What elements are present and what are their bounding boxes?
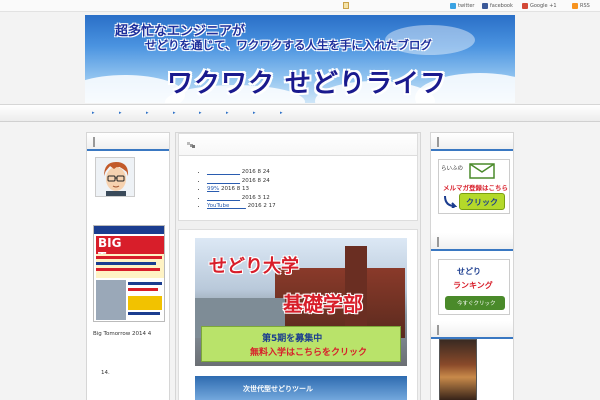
tool-banner[interactable]: 次世代型せどりツール [195, 376, 407, 400]
ad-title: せどり大学 [209, 256, 299, 277]
top-bar: twitter facebook Google +1 RSS [0, 0, 600, 12]
enroll-button[interactable]: 第5期を募集中 無料入学はこちらをクリック [201, 326, 401, 362]
book-cover[interactable] [439, 339, 477, 400]
post-date: 2016 8 24 [241, 177, 270, 184]
site-title: ワクワク せどりライフ [167, 69, 448, 99]
main-content: ____________ 2016 8 24 ____________ 2016… [175, 132, 421, 400]
mail-label: メルマガ登録はこちら [443, 184, 508, 192]
post-date: 2016 8 13 [220, 186, 249, 193]
rss-icon [572, 3, 578, 9]
google-plus-icon [522, 3, 528, 9]
list-item: ____________ 2016 8 24 [207, 168, 276, 177]
nav-item[interactable]: ▸ [119, 110, 147, 118]
magazine-caption: Big Tomorrow 2014 4 [93, 331, 152, 337]
pencil-icon[interactable] [343, 2, 349, 9]
post-date: 2016 8 24 [241, 169, 270, 175]
ranking-click-button[interactable]: 今すぐクリック [445, 296, 505, 310]
nav-item[interactable]: ▸ [146, 110, 174, 118]
ranking-text-1: せどり [457, 267, 481, 276]
arrow-icon [187, 142, 195, 148]
ad-box: せどり大学 基礎学部 第5期を募集中 無料入学はこちらをクリック 次世代型せどり… [178, 229, 418, 400]
nav-item[interactable]: ▸ [173, 110, 201, 118]
ranking-button-label: 今すぐクリック [457, 301, 496, 307]
main-nav: ▸ ▸ ▸ ▸ ▸ ▸ ▸ ▸ [0, 104, 600, 122]
right-sidebar: らいふの メルマガ登録はこちら クリック せどり ランキング 今すぐクリック [430, 132, 514, 400]
magazine-cover[interactable]: BIG Tomorrow [93, 225, 165, 322]
university-banner[interactable]: せどり大学 基礎学部 第5期を募集中 無料入学はこちらをクリック [195, 238, 407, 366]
list-number: 14. [101, 370, 110, 376]
list-item: ____________ 2016 3 12 [207, 194, 276, 203]
nav-item[interactable]: ▸ [253, 110, 281, 118]
avatar[interactable] [95, 157, 135, 197]
nav-item[interactable]: ▸ [280, 110, 308, 118]
left-sidebar: BIG Tomorrow Big Tomorrow 2014 4 14. [86, 132, 170, 400]
widget-title [87, 133, 169, 151]
ad-subtitle: 基礎学部 [283, 292, 363, 316]
header-tagline-2: せどりを通じて、ワクワクする人生を手に入れたブログ [145, 38, 432, 52]
header-banner[interactable]: 超多忙なエンジニアが せどりを通じて、ワクワクする人生を手に入れたブログ ワクワ… [85, 15, 515, 103]
recruit-text: 第5期を募集中 [262, 334, 323, 344]
mail-click-button[interactable]: クリック [459, 193, 505, 210]
arrow-icon [444, 195, 457, 208]
mail-button-label: クリック [466, 198, 498, 207]
facebook-label: facebook [490, 3, 513, 9]
ranking-text-2: ランキング [453, 281, 493, 290]
widget-title [431, 133, 513, 151]
google-plus-link[interactable]: Google +1 [522, 2, 557, 10]
rss-label: RSS [580, 3, 590, 9]
twitter-label: twitter [458, 3, 475, 9]
widget-title [431, 233, 513, 251]
facebook-link[interactable]: facebook [482, 2, 513, 10]
envelope-icon [469, 163, 495, 179]
mail-magazine-banner[interactable]: らいふの メルマガ登録はこちら クリック [438, 159, 510, 214]
tool-banner-text: 次世代型せどりツール [243, 385, 313, 393]
recent-posts: ____________ 2016 8 24 ____________ 2016… [178, 133, 418, 221]
nav-item[interactable]: ▸ [199, 110, 227, 118]
list-item: 99% 2016 8 13 [207, 185, 276, 194]
post-link[interactable]: ____________ [207, 195, 240, 201]
post-link[interactable]: ____________ [207, 169, 240, 175]
ranking-banner[interactable]: せどり ランキング 今すぐクリック [438, 259, 510, 315]
nav-item[interactable]: ▸ [226, 110, 254, 118]
list-item: YouTube______ 2016 2 17 [207, 202, 276, 211]
nav-item[interactable]: ▸ [92, 110, 120, 118]
mail-from: らいふの [441, 166, 464, 172]
list-item: ____________ 2016 8 24 [207, 177, 276, 186]
posts-header [179, 134, 417, 156]
rss-link[interactable]: RSS [572, 2, 590, 10]
post-link[interactable]: 99% [207, 186, 219, 192]
post-date: 2016 3 12 [241, 194, 270, 201]
post-link[interactable]: ____________ [207, 178, 240, 184]
post-link[interactable]: YouTube______ [207, 203, 246, 209]
twitter-icon [450, 3, 456, 9]
twitter-link[interactable]: twitter [450, 2, 475, 10]
post-date: 2016 2 17 [247, 203, 276, 210]
widget-title [431, 321, 513, 339]
facebook-icon [482, 3, 488, 9]
google-plus-label: Google +1 [530, 3, 557, 9]
free-enroll-text: 無料入学はこちらをクリック [250, 348, 368, 358]
